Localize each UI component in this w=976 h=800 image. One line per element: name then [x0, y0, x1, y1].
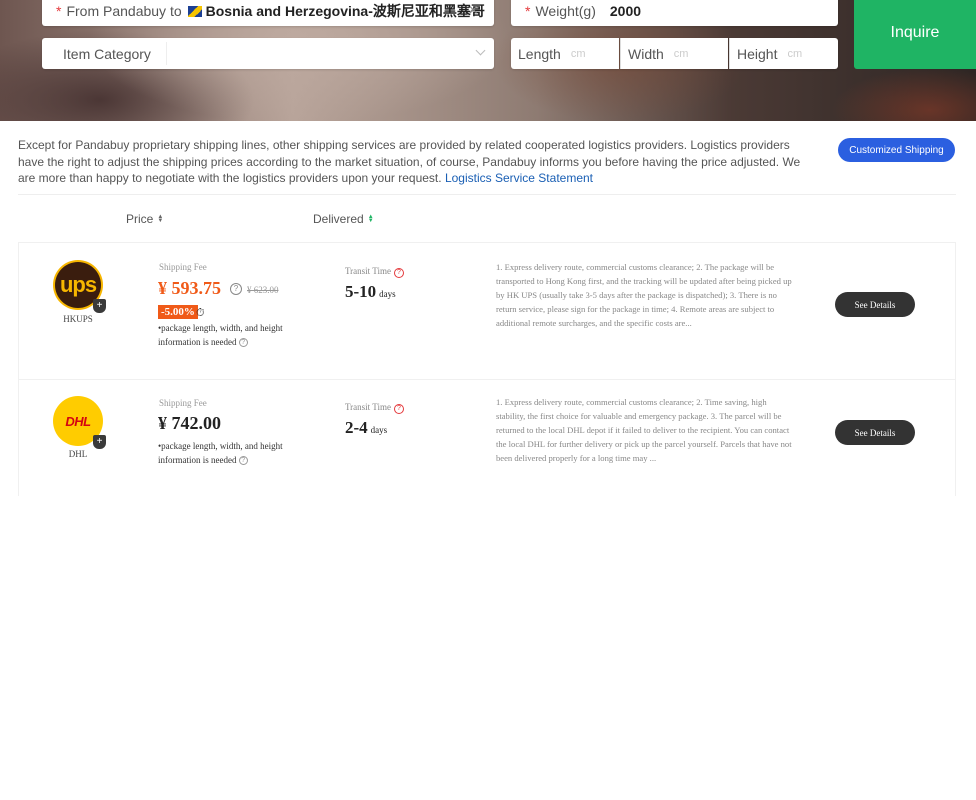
- transit-days: 5-10: [345, 282, 377, 301]
- help-icon[interactable]: ?: [393, 268, 404, 278]
- transit-time-value: 5-10 days: [345, 282, 396, 302]
- length-field[interactable]: Length cm: [511, 38, 619, 69]
- transit-label-text: Transit Time: [345, 266, 391, 276]
- transit-unit: days: [370, 425, 388, 435]
- shipping-fee-label: Shipping Fee: [159, 262, 207, 272]
- route-description: 1. Express delivery route, commercial cu…: [496, 397, 792, 463]
- sort-by-price[interactable]: Price ▲ ▼: [126, 212, 163, 226]
- list-item: ups + HKUPS Shipping Fee ¥ 593.75 ? ¥ 62…: [19, 243, 955, 380]
- sort-arrows-icon: ▲ ▼: [157, 214, 164, 224]
- package-note-text: •package length, width, and height infor…: [158, 441, 283, 465]
- list-item: DHL + DHL Shipping Fee ¥ 742.00 •package…: [19, 380, 955, 497]
- transit-time-value: 2-4 days: [345, 418, 387, 438]
- help-icon[interactable]: ?: [393, 404, 404, 414]
- transit-time-label: Transit Time?: [345, 402, 404, 414]
- route-prefix: From Pandabuy to: [66, 3, 182, 19]
- shipping-price: ¥ 742.00: [158, 413, 221, 433]
- carrier-name: DHL: [68, 449, 88, 459]
- help-icon[interactable]: ?: [238, 338, 248, 348]
- shipping-price: ¥ 593.75: [158, 278, 221, 298]
- see-details-button[interactable]: See Details: [835, 292, 915, 317]
- height-field[interactable]: Height cm: [729, 38, 838, 69]
- route-description: 1. Express delivery route, commercial cu…: [496, 262, 792, 328]
- height-unit: cm: [787, 47, 803, 60]
- transit-label-text: Transit Time: [345, 402, 391, 412]
- package-note: •package length, width, and height infor…: [158, 439, 308, 467]
- inquire-button[interactable]: Inquire: [854, 0, 976, 69]
- dhl-logo-text: DHL: [65, 413, 91, 429]
- clear-icon[interactable]: ×: [469, 2, 478, 20]
- transit-unit: days: [379, 289, 396, 299]
- transit-days: 2-4: [345, 418, 368, 437]
- discount-badge: -5.00%: [158, 305, 198, 319]
- required-mark: *: [525, 3, 531, 19]
- help-icon[interactable]: ?: [230, 283, 242, 295]
- dhl-logo-icon: DHL +: [53, 396, 106, 449]
- see-details-button[interactable]: See Details: [835, 420, 915, 445]
- destination-value: Bosnia and Herzegovina-波斯尼亚和黑塞哥: [205, 3, 485, 19]
- required-mark: *: [56, 3, 62, 19]
- sort-by-delivered[interactable]: Delivered ▲ ▼: [313, 212, 374, 226]
- customized-shipping-button[interactable]: Customized Shipping: [838, 138, 955, 162]
- original-price: ¥ 623.00: [247, 285, 279, 295]
- length-label: Length: [518, 45, 561, 62]
- search-banner: * From Pandabuy to Bosnia and Herzegovin…: [0, 0, 976, 121]
- route-selector[interactable]: * From Pandabuy to Bosnia and Herzegovin…: [42, 0, 494, 26]
- weight-label: Weight(g): [535, 3, 596, 19]
- plus-badge-icon: +: [93, 299, 106, 313]
- ups-logo-icon: ups +: [53, 260, 106, 313]
- bosnia-flag-icon: [187, 5, 202, 17]
- shipping-notice: Except for Pandabuy proprietary shipping…: [18, 137, 818, 187]
- transit-time-label: Transit Time?: [345, 266, 404, 278]
- weight-value[interactable]: 2000: [610, 3, 641, 19]
- shipping-results: ups + HKUPS Shipping Fee ¥ 593.75 ? ¥ 62…: [18, 242, 956, 496]
- width-unit: cm: [673, 47, 689, 60]
- divider: [18, 194, 956, 195]
- sort-price-label: Price: [126, 212, 154, 226]
- logistics-statement-link[interactable]: Logistics Service Statement: [445, 171, 593, 185]
- chevron-down-icon: [475, 45, 486, 56]
- width-label: Width: [628, 45, 664, 62]
- width-field[interactable]: Width cm: [620, 38, 728, 69]
- length-unit: cm: [570, 47, 586, 60]
- carrier-name: HKUPS: [63, 314, 93, 324]
- timer-icon: ⏱: [196, 306, 205, 319]
- package-note-text: •package length, width, and height infor…: [158, 323, 283, 347]
- shipping-fee-label: Shipping Fee: [159, 398, 207, 408]
- weight-field[interactable]: * Weight(g) 2000: [511, 0, 838, 26]
- height-label: Height: [737, 45, 778, 62]
- package-note: •package length, width, and height infor…: [158, 321, 308, 349]
- sort-delivered-label: Delivered: [313, 212, 364, 226]
- sort-arrows-icon: ▲ ▼: [367, 214, 374, 224]
- notice-text: Except for Pandabuy proprietary shipping…: [18, 138, 801, 185]
- item-category-select[interactable]: Item Category: [42, 38, 494, 69]
- divider: [166, 42, 167, 65]
- item-category-label: Item Category: [63, 45, 151, 62]
- plus-badge-icon: +: [93, 435, 106, 449]
- help-icon[interactable]: ?: [238, 456, 248, 466]
